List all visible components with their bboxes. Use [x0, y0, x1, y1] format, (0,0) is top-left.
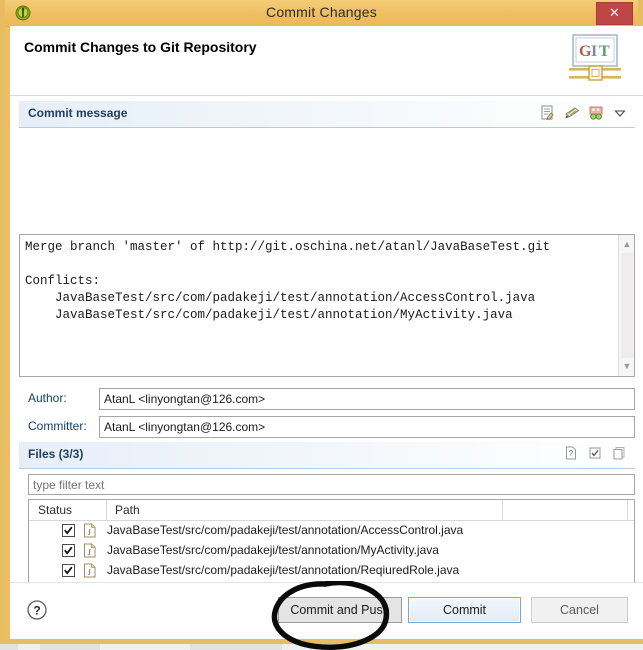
files-label: Files (3/3) [28, 447, 84, 461]
add-signed-off-by-icon[interactable] [539, 104, 557, 122]
add-change-id-icon[interactable] [563, 104, 581, 122]
committer-row: Committer: [19, 416, 635, 438]
svg-text:?: ? [33, 604, 40, 618]
table-row[interactable]: J JavaBaseTest/src/com/padakeji/test/ann… [29, 521, 634, 541]
java-file-icon: J [83, 523, 97, 538]
commit-and-push-button[interactable]: Commit and Push [278, 597, 402, 623]
author-label: Author: [28, 391, 67, 405]
help-question-icon[interactable]: ? [26, 599, 48, 621]
scrollbar-thumb[interactable] [621, 253, 633, 358]
files-section-header: Files (3/3) ? [19, 442, 635, 469]
commit-button[interactable]: Commit [408, 597, 521, 623]
git-repository-icon: G I T [567, 32, 625, 86]
chevron-down-icon[interactable] [611, 104, 629, 122]
column-header-status[interactable]: Status [38, 503, 72, 517]
table-row[interactable]: J JavaBaseTest/src/com/padakeji/test/ann… [29, 541, 634, 561]
dialog-body: Commit Changes to Git Repository G I T C… [10, 26, 643, 639]
column-header-path[interactable]: Path [115, 503, 140, 517]
java-file-icon: J [83, 543, 97, 558]
row-checkbox[interactable] [62, 544, 75, 557]
filter-input[interactable] [28, 474, 635, 495]
close-icon[interactable]: ✕ [596, 2, 633, 25]
add-author-icon[interactable] [587, 104, 605, 122]
select-all-icon[interactable] [587, 445, 605, 463]
svg-text:?: ? [569, 449, 574, 458]
window-title: Commit Changes [266, 4, 377, 20]
svg-text:I: I [591, 43, 597, 60]
screenshot-root: Commit Changes ✕ Commit Changes to Git R… [0, 0, 643, 650]
committer-label: Committer: [28, 419, 87, 433]
show-untracked-files-icon[interactable]: ? [563, 445, 581, 463]
table-row[interactable]: J JavaBaseTest/src/com/padakeji/test/ann… [29, 561, 634, 581]
commit-message-label: Commit message [28, 106, 128, 120]
row-path: JavaBaseTest/src/com/padakeji/test/annot… [107, 543, 439, 557]
dialog-footer: ? Commit and Push Commit Cancel [10, 582, 643, 639]
dialog-content: Commit message Merge branch 'master' of … [10, 96, 643, 597]
committer-field[interactable] [99, 416, 635, 438]
row-path: JavaBaseTest/src/com/padakeji/test/annot… [107, 523, 464, 537]
cancel-button[interactable]: Cancel [531, 597, 628, 623]
dialog-banner: Commit Changes to Git Repository G I T [10, 26, 643, 96]
commit-message-section-header: Commit message [19, 101, 635, 128]
row-checkbox[interactable] [62, 564, 75, 577]
desktop-taskbar-strip [0, 644, 643, 650]
java-file-icon: J [83, 563, 97, 578]
row-path: JavaBaseTest/src/com/padakeji/test/annot… [107, 563, 460, 577]
deselect-all-icon[interactable] [611, 445, 629, 463]
svg-text:T: T [599, 43, 610, 60]
author-row: Author: [19, 388, 635, 410]
commit-message-input[interactable] [23, 237, 615, 374]
commit-message-scrollbar[interactable]: ▲ ▼ [618, 235, 634, 376]
window-titlebar[interactable]: Commit Changes ✕ [5, 0, 638, 27]
scroll-up-icon[interactable]: ▲ [619, 237, 635, 252]
row-checkbox[interactable] [62, 524, 75, 537]
commit-changes-window: Commit Changes ✕ Commit Changes to Git R… [0, 0, 643, 644]
commit-message-toolbar [539, 104, 629, 122]
commit-message-box[interactable]: ▲ ▼ [19, 234, 635, 377]
author-field[interactable] [99, 388, 635, 410]
table-header: Status Path [29, 500, 634, 521]
scroll-down-icon[interactable]: ▼ [619, 359, 635, 374]
page-title: Commit Changes to Git Repository [24, 39, 257, 55]
files-toolbar: ? [563, 445, 629, 463]
